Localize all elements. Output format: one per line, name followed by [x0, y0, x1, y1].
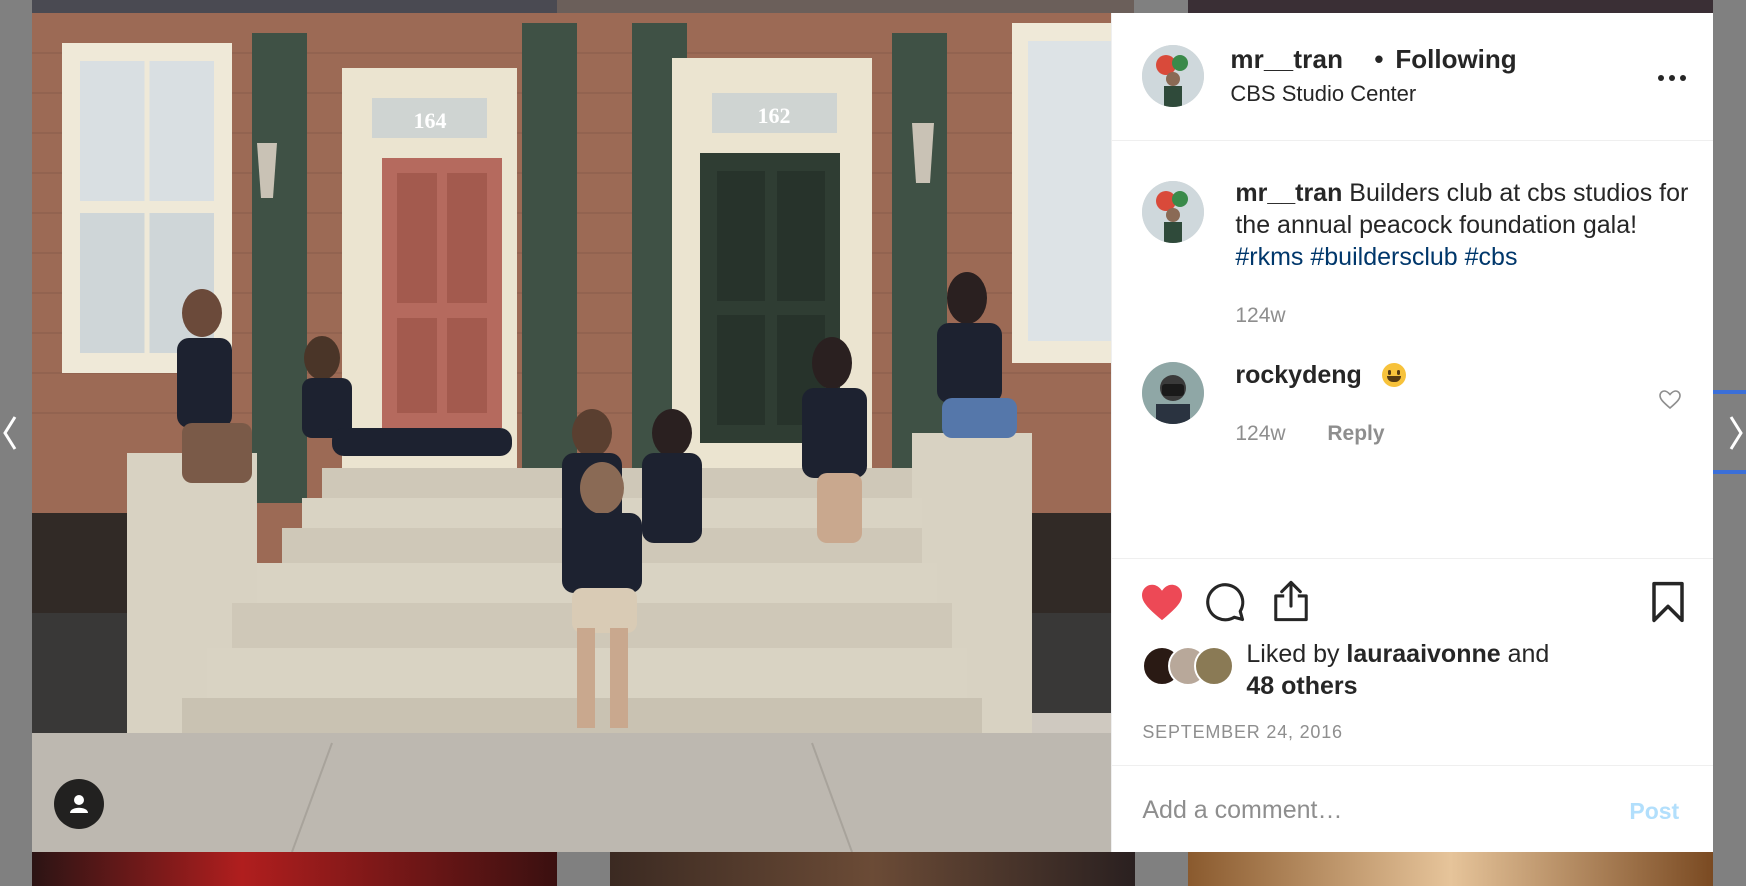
share-icon[interactable]	[1270, 579, 1312, 623]
tagged-users-button[interactable]	[54, 779, 104, 829]
user-tag-icon	[70, 795, 88, 813]
comment-timestamp[interactable]: 124w	[1235, 422, 1285, 446]
more-options-button[interactable]	[1652, 65, 1692, 91]
grinning-face-icon	[1382, 363, 1407, 387]
speech-bubble-icon[interactable]	[1204, 581, 1246, 623]
next-post-button[interactable]	[1726, 410, 1746, 456]
background-thumbnail	[1188, 852, 1713, 886]
avatar	[1194, 646, 1235, 686]
background-thumbnail	[557, 0, 1134, 13]
avatar[interactable]	[1142, 362, 1205, 424]
reply-button[interactable]: Reply	[1327, 422, 1384, 446]
hashtag-link[interactable]: #rkms	[1235, 243, 1303, 271]
comment-like-icon[interactable]	[1658, 388, 1682, 412]
background-thumbnail	[32, 852, 557, 886]
liked-by-and: and	[1500, 640, 1550, 668]
background-thumbnail	[32, 0, 557, 13]
likes-count-link[interactable]: 48 others	[1246, 672, 1357, 700]
background-accent	[1713, 390, 1746, 394]
caption-username[interactable]: mr__tran	[1235, 179, 1342, 207]
door-number-164: 164	[414, 108, 447, 133]
post-modal: 164 162 mr__tran • Following CBS Studio …	[32, 13, 1714, 854]
post-date[interactable]: SEPTEMBER 24, 2016	[1142, 722, 1343, 743]
separator-dot: •	[1374, 44, 1384, 74]
door-number-162: 162	[758, 103, 791, 128]
ellipsis-icon	[1658, 75, 1665, 81]
liked-by-user-link[interactable]: lauraaivonne	[1346, 640, 1500, 668]
bookmark-icon[interactable]	[1650, 581, 1686, 623]
hashtag-link[interactable]: #buildersclub	[1310, 243, 1457, 271]
post-author-username[interactable]: mr__tran	[1230, 44, 1343, 75]
liked-by-summary: Liked by lauraaivonne and 48 others	[1246, 638, 1666, 702]
photo-image: 164 162	[32, 13, 1112, 852]
post-sidebar: mr__tran • Following CBS Studio Center m…	[1111, 13, 1714, 854]
liked-by-avatars[interactable]	[1142, 646, 1242, 686]
background-thumbnail	[610, 852, 1135, 886]
heart-filled-icon[interactable]	[1140, 582, 1184, 622]
follow-status-button[interactable]: Following	[1395, 44, 1516, 75]
comment-username[interactable]: rockydeng	[1235, 361, 1361, 390]
post-header: mr__tran • Following CBS Studio Center	[1112, 13, 1714, 141]
chevron-left-icon	[3, 416, 17, 450]
post-photo[interactable]: 164 162	[32, 13, 1112, 852]
background-accent	[1713, 470, 1746, 474]
avatar[interactable]	[1142, 181, 1205, 243]
avatar-image	[1142, 181, 1205, 243]
previous-post-button[interactable]	[0, 410, 20, 456]
chevron-right-icon	[1729, 416, 1743, 450]
avatar-image	[1142, 362, 1205, 424]
post-actions: Liked by lauraaivonne and 48 others SEPTE…	[1112, 558, 1714, 854]
avatar[interactable]	[1142, 45, 1205, 107]
caption-timestamp[interactable]: 124w	[1235, 304, 1285, 328]
ellipsis-icon	[1680, 75, 1687, 81]
post-caption: mr__tran Builders club at cbs studios fo…	[1235, 177, 1695, 273]
background-thumbnail	[1188, 0, 1713, 13]
comment-input[interactable]	[1142, 788, 1603, 832]
liked-by-prefix: Liked by	[1246, 640, 1347, 668]
ellipsis-icon	[1669, 75, 1676, 81]
location-link[interactable]: CBS Studio Center	[1230, 81, 1416, 107]
avatar-image	[1142, 45, 1205, 107]
post-comment-button[interactable]: Post	[1629, 798, 1679, 825]
add-comment-bar: Post	[1112, 765, 1714, 854]
hashtag-link[interactable]: #cbs	[1465, 243, 1518, 271]
